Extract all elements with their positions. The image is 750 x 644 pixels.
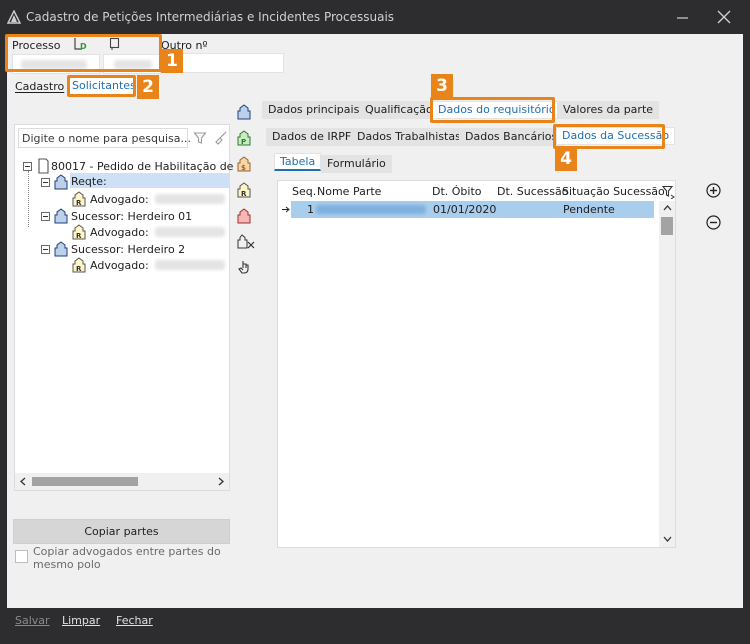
remove-person-icon[interactable] <box>237 234 255 250</box>
tree-item-pedido[interactable]: 80017 - Pedido de Habilitação de <box>51 160 233 173</box>
tab-qualificacao[interactable]: Qualificação <box>359 101 439 119</box>
person-lawyer-add-icon[interactable]: R <box>237 182 251 199</box>
petition-document-icon <box>36 158 50 174</box>
solicitantes-tree-panel: Digite o nome para pesquisa... 80017 - P… <box>14 124 233 491</box>
filter-icon[interactable] <box>193 131 207 145</box>
person-orange-icon[interactable]: $ <box>237 156 251 173</box>
annotation-badge-4: 4 <box>555 147 577 171</box>
svg-text:$: $ <box>241 164 246 172</box>
tab-dados-trabalhistas[interactable]: Dados Trabalhistas <box>351 128 467 146</box>
tree-item-advogado[interactable]: Advogado: <box>90 226 149 239</box>
person-red-icon[interactable] <box>237 208 251 225</box>
svg-text:R: R <box>76 232 82 240</box>
scroll-left-icon[interactable] <box>19 477 27 486</box>
grid-header: Seq. Nome Parte Dt. Óbito Dt. Sucessão S… <box>278 181 675 201</box>
tree-item-advogado[interactable]: Advogado: <box>90 193 149 206</box>
grid-vscroll-thumb[interactable] <box>661 217 673 235</box>
app-window: Cadastro de Petições Intermediárias e In… <box>0 0 750 644</box>
tab-formulario[interactable]: Formulário <box>321 155 392 173</box>
annotation-badge-2: 2 <box>137 75 159 99</box>
copiar-advogados-label: Copiar advogados entre partes do mesmo p… <box>33 545 221 571</box>
col-dt-obito[interactable]: Dt. Óbito <box>432 185 482 198</box>
tab-dados-irpf[interactable]: Dados de IRPF <box>266 128 358 146</box>
window-title: Cadastro de Petições Intermediárias e In… <box>26 10 395 24</box>
annotation-badge-3: 3 <box>431 74 453 98</box>
app-logo-icon <box>7 10 21 24</box>
copiar-partes-button[interactable]: Copiar partes <box>13 519 230 544</box>
title-bar: Cadastro de Petições Intermediárias e In… <box>0 0 750 34</box>
scroll-down-icon[interactable] <box>663 535 672 543</box>
col-situacao-sucessao[interactable]: Situação Sucessão <box>562 185 665 198</box>
clear-brush-icon[interactable] <box>213 130 228 145</box>
person-blue-icon <box>54 174 68 190</box>
annotation-box-3 <box>430 97 555 123</box>
table-row[interactable]: 1 01/01/2020 Pendente <box>278 201 659 218</box>
hand-pointer-icon[interactable] <box>237 259 253 275</box>
sucessao-grid: Seq. Nome Parte Dt. Óbito Dt. Sucessão S… <box>277 180 676 548</box>
tree-item-herdeiro-2[interactable]: Sucessor: Herdeiro 2 <box>71 243 185 256</box>
tree-item-herdeiro-01[interactable]: Sucessor: Herdeiro 01 <box>71 210 192 223</box>
remove-row-icon[interactable] <box>706 215 721 230</box>
close-button[interactable] <box>706 4 742 30</box>
annotation-box-2 <box>67 75 136 97</box>
tree-collapse-icon[interactable] <box>41 178 50 187</box>
grid-vscrollbar[interactable] <box>659 201 675 547</box>
tab-dados-bancarios[interactable]: Dados Bancários <box>459 128 564 146</box>
lawyer-icon: R <box>72 224 86 240</box>
tab-dados-principais[interactable]: Dados principais <box>262 101 366 119</box>
person-blue-add-icon[interactable] <box>237 104 251 121</box>
tree-hscroll-thumb[interactable] <box>32 477 138 486</box>
tree-item-reqte[interactable]: Reqte: <box>71 175 107 188</box>
fechar-button[interactable]: Fechar <box>116 614 153 627</box>
scroll-up-icon[interactable] <box>663 204 672 212</box>
svg-text:R: R <box>241 190 247 198</box>
svg-text:R: R <box>76 265 82 273</box>
client-area: Processo D Outro nº 1 Cadastro Solicitan… <box>5 34 743 608</box>
salvar-button[interactable]: Salvar <box>15 614 50 627</box>
tree-collapse-icon[interactable] <box>23 162 32 171</box>
cell-situacao: Pendente <box>563 203 615 216</box>
annotation-box-1 <box>5 34 162 72</box>
cell-seq: 1 <box>307 203 314 216</box>
svg-text:R: R <box>76 199 82 207</box>
tree-search-input[interactable]: Digite o nome para pesquisa... <box>18 128 191 148</box>
col-dt-sucessao[interactable]: Dt. Sucessão <box>497 185 568 198</box>
tab-tabela[interactable]: Tabela <box>274 153 322 171</box>
lawyer-icon: R <box>72 257 86 273</box>
col-nome-parte[interactable]: Nome Parte <box>317 185 381 198</box>
footer-bar: Salvar Limpar Fechar <box>0 608 750 644</box>
tree-item-advogado[interactable]: Advogado: <box>90 259 149 272</box>
scroll-right-icon[interactable] <box>217 477 225 486</box>
svg-text:P: P <box>241 138 246 146</box>
tab-cadastro[interactable]: Cadastro <box>15 80 64 93</box>
annotation-badge-1: 1 <box>161 49 183 73</box>
person-blue-icon <box>54 241 68 257</box>
annotation-box-4 <box>553 124 665 149</box>
person-green-icon[interactable]: P <box>237 130 251 147</box>
limpar-button[interactable]: Limpar <box>62 614 100 627</box>
add-row-icon[interactable] <box>706 183 721 198</box>
tree-hscrollbar[interactable] <box>15 473 229 490</box>
row-indicator-arrow-icon <box>281 205 290 214</box>
tree-collapse-icon[interactable] <box>41 212 50 221</box>
minimize-button[interactable] <box>664 4 700 30</box>
tab-valores-parte[interactable]: Valores da parte <box>557 101 660 119</box>
tree-search-placeholder: Digite o nome para pesquisa... <box>22 132 191 145</box>
lawyer-icon: R <box>72 191 86 207</box>
copiar-advogados-checkbox[interactable] <box>15 550 28 563</box>
person-blue-icon <box>54 208 68 224</box>
col-seq[interactable]: Seq. <box>292 185 316 198</box>
grid-filter-icon[interactable] <box>662 185 675 199</box>
tree-collapse-icon[interactable] <box>41 245 50 254</box>
cell-dt-obito: 01/01/2020 <box>433 203 497 216</box>
